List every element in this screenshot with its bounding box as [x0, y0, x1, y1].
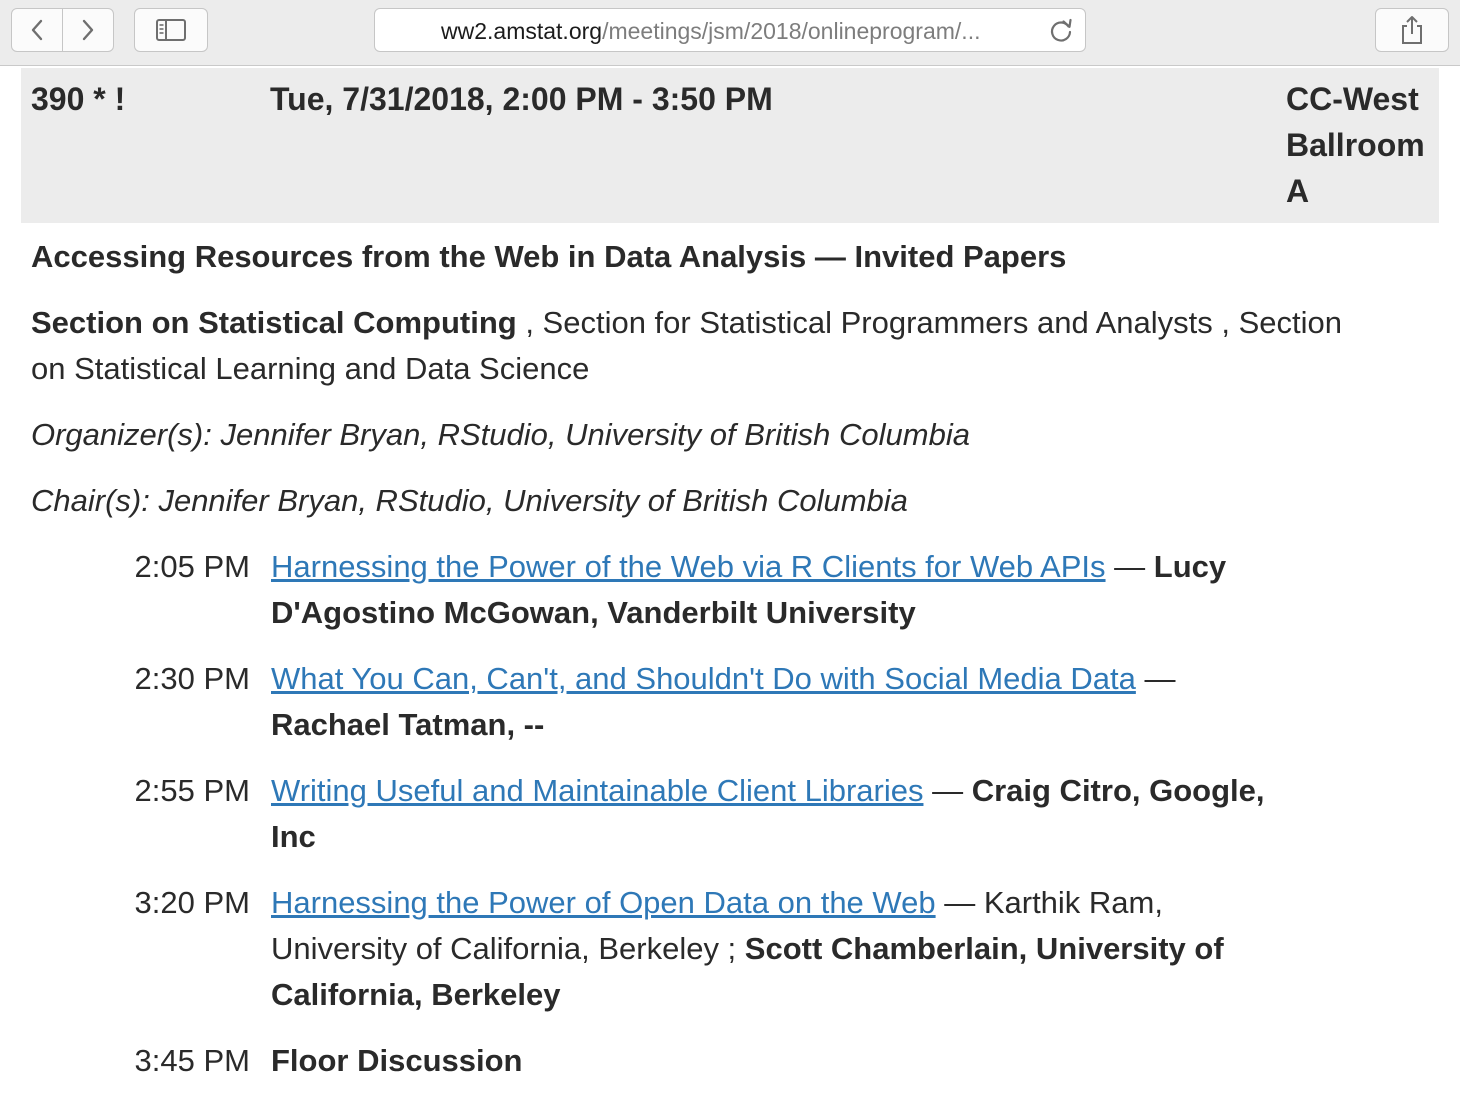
talk-separator: —: [1105, 549, 1154, 584]
back-button[interactable]: [12, 9, 62, 51]
talk-title-link[interactable]: Harnessing the Power of the Web via R Cl…: [271, 549, 1106, 584]
talk-time: 2:05 PM: [134, 549, 250, 584]
sidebar-button[interactable]: [134, 8, 208, 52]
talk-separator: —: [923, 773, 972, 808]
chevron-right-icon: [82, 19, 94, 41]
forward-button[interactable]: [62, 9, 113, 51]
talk-title-link[interactable]: Writing Useful and Maintainable Client L…: [271, 773, 923, 808]
browser-toolbar: ww2.amstat.org/meetings/jsm/2018/onlinep…: [0, 0, 1460, 66]
talk-time: 3:45 PM: [134, 1043, 250, 1078]
talk-presenter: Rachael Tatman, --: [271, 707, 545, 742]
session-header: 390 * ! Tue, 7/31/2018, 2:00 PM - 3:50 P…: [21, 68, 1439, 223]
talk-title-link[interactable]: Harnessing the Power of Open Data on the…: [271, 885, 936, 920]
share-button[interactable]: [1375, 8, 1449, 52]
talk-body: What You Can, Can't, and Shouldn't Do wi…: [271, 656, 1281, 748]
talk-separator: —: [1135, 661, 1176, 696]
url-domain: ww2.amstat.org: [441, 18, 603, 44]
sidebar-icon: [156, 19, 186, 41]
reload-icon[interactable]: [1047, 17, 1075, 45]
session-title: Accessing Resources from the Web in Data…: [31, 239, 1067, 274]
talk-time: 3:20 PM: [134, 885, 250, 920]
chevron-left-icon: [31, 19, 43, 41]
session-organizer: Organizer(s): Jennifer Bryan, RStudio, U…: [31, 417, 970, 452]
talk-title-link[interactable]: What You Can, Can't, and Shouldn't Do wi…: [271, 661, 1136, 696]
nav-buttons: [11, 8, 114, 52]
floor-discussion: Floor Discussion: [271, 1043, 523, 1078]
session-number: 390 * !: [31, 81, 126, 117]
session-location: CC-West Ballroom A: [1286, 81, 1425, 209]
session-sponsors: Section on Statistical Computing , Secti…: [31, 300, 1371, 392]
talk-time: 2:55 PM: [134, 773, 250, 808]
talk-body: Writing Useful and Maintainable Client L…: [271, 768, 1281, 860]
url-path: /meetings/jsm/2018/onlineprogram/...: [602, 18, 981, 44]
talk-body: Harnessing the Power of Open Data on the…: [271, 880, 1281, 1018]
session-chair: Chair(s): Jennifer Bryan, RStudio, Unive…: [31, 483, 908, 518]
share-icon: [1402, 16, 1422, 44]
talk-body: Harnessing the Power of the Web via R Cl…: [271, 544, 1281, 636]
session-datetime: Tue, 7/31/2018, 2:00 PM - 3:50 PM: [270, 81, 773, 117]
address-bar[interactable]: ww2.amstat.org/meetings/jsm/2018/onlinep…: [374, 8, 1086, 52]
talk-time: 2:30 PM: [134, 661, 250, 696]
sponsor-main: Section on Statistical Computing: [31, 305, 517, 340]
talk-separator: —: [935, 885, 984, 920]
url-text[interactable]: ww2.amstat.org/meetings/jsm/2018/onlinep…: [441, 9, 1031, 51]
